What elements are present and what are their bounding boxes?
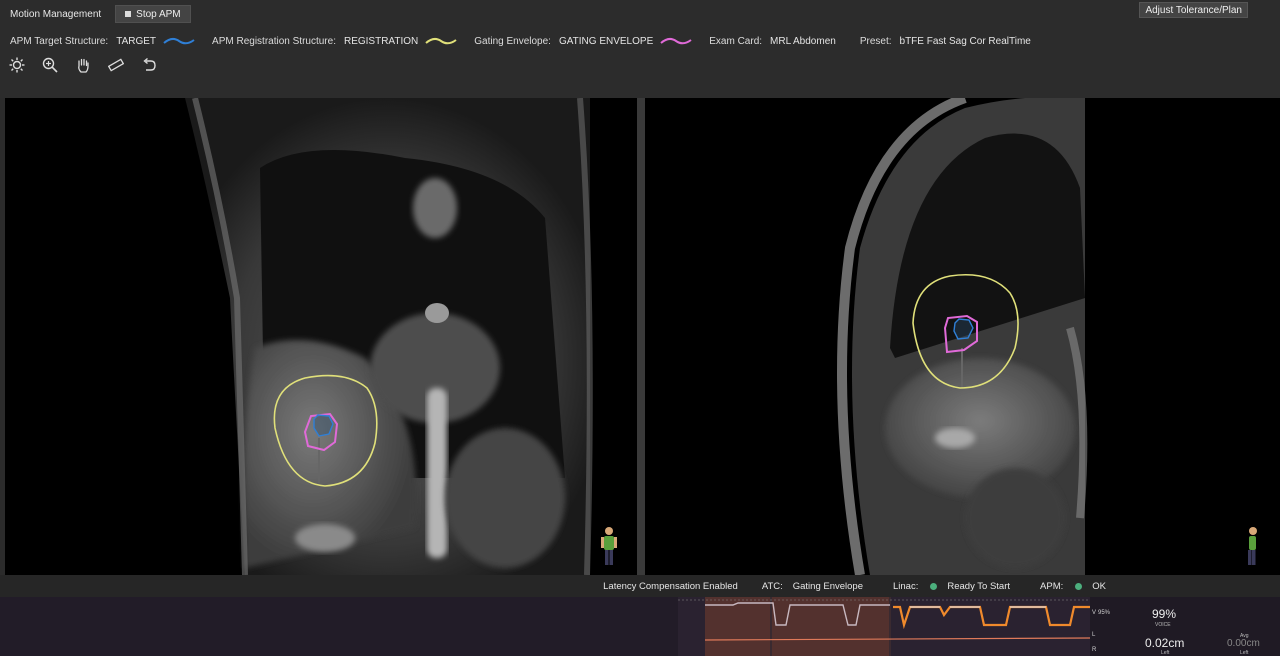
r-label: R	[1092, 647, 1097, 653]
apm-status-icon	[1075, 582, 1083, 590]
v-percent: 95%	[1098, 610, 1111, 616]
exam-card-value: MRL Abdomen	[770, 35, 836, 47]
coronal-mr-image	[185, 98, 593, 575]
latency-status: Latency Compensation Enabled	[603, 580, 738, 592]
title-row: Motion Management Stop APM	[10, 5, 191, 23]
left-distance-label: Left	[1161, 650, 1170, 656]
left-distance-value: 0.02cm	[1145, 636, 1185, 650]
stop-apm-button[interactable]: Stop APM	[115, 5, 191, 23]
adjust-tolerance-button[interactable]: Adjust Tolerance/Plan	[1139, 2, 1248, 18]
atc-label: ATC:	[761, 580, 783, 592]
exam-card-label: Exam Card:	[709, 35, 763, 47]
linac-value: Ready To Start	[947, 580, 1011, 592]
coronal-viewport[interactable]	[5, 98, 637, 575]
gating-envelope-label: Gating Envelope:	[474, 35, 551, 47]
patient-orientation-side-icon	[1248, 527, 1257, 565]
registration-structure-value: REGISTRATION	[343, 35, 419, 47]
registration-legend-swatch	[425, 37, 457, 45]
apm-value: OK	[1092, 580, 1106, 592]
zoom-icon[interactable]	[41, 56, 58, 73]
sagittal-viewport[interactable]	[645, 98, 1280, 575]
status-bar: Latency Compensation Enabled ATC: Gating…	[0, 575, 1280, 597]
preset-label: Preset:	[859, 35, 892, 47]
undo-icon[interactable]	[140, 56, 157, 73]
gating-legend-swatch	[660, 37, 692, 45]
atc-value: Gating Envelope	[792, 580, 863, 592]
metrics-panel: V 95% 99% VOICE L R 0.02cm Left Avg 0.00…	[1090, 597, 1280, 656]
target-structure-value: TARGET	[116, 35, 157, 47]
preset-value: bTFE Fast Sag Cor RealTime	[899, 35, 1031, 47]
registration-structure-label: APM Registration Structure:	[212, 35, 336, 47]
avg-sub-label: Left	[1240, 650, 1249, 656]
pan-hand-icon[interactable]	[74, 56, 91, 73]
patient-orientation-icon	[601, 527, 617, 565]
linac-label: Linac:	[893, 580, 919, 592]
v-label: V	[1092, 610, 1097, 616]
stop-icon	[125, 11, 132, 17]
viewport-divider	[637, 98, 645, 575]
linac-status-icon	[930, 582, 938, 590]
motion-trace	[678, 597, 1091, 656]
motion-trace-plot	[678, 597, 1091, 656]
sagittal-mr-image	[837, 98, 1088, 575]
target-legend-swatch	[163, 37, 195, 45]
header: Motion Management Stop APM Adjust Tolera…	[0, 0, 1280, 98]
stop-apm-label: Stop APM	[136, 8, 181, 20]
brightness-icon[interactable]	[8, 56, 25, 73]
target-structure-label: APM Target Structure:	[10, 35, 109, 47]
structure-info-row: APM Target Structure: TARGET APM Registr…	[10, 33, 1037, 49]
toolbar	[8, 56, 157, 73]
avg-value: 0.00cm	[1227, 638, 1260, 649]
gating-envelope-value: GATING ENVELOPE	[558, 35, 654, 47]
voice-label: VOICE	[1155, 622, 1171, 628]
voice-value: 99%	[1152, 607, 1177, 621]
apm-label: APM:	[1040, 580, 1064, 592]
app-title: Motion Management	[10, 8, 102, 20]
l-label: L	[1092, 632, 1096, 638]
ruler-icon[interactable]	[107, 56, 124, 73]
motion-trace-panel: V 95% 99% VOICE L R 0.02cm Left Avg 0.00…	[0, 597, 1280, 656]
